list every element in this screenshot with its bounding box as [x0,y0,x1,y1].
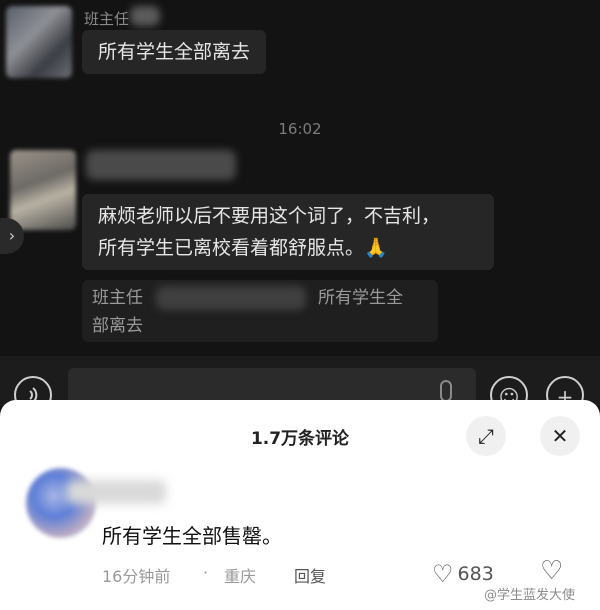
comment-time: 16分钟前 [102,567,171,586]
heart-icon: ♡ [432,560,454,588]
blurred-commenter-name [66,480,166,504]
message-bubble[interactable]: 所有学生全部离去 [82,30,267,74]
watermark: @学生蓝发大使 [484,588,576,603]
message-bubble-reply[interactable]: 麻烦老师以后不要用这个词了，不吉利， 所有学生已离校看着都舒服点。🙏 [82,194,494,270]
dislike-icon[interactable]: ♡ [540,556,563,586]
message-line: 所有学生已离校看着都舒服点。🙏 [98,237,388,259]
chat-area: 班主任 所有学生全部离去 16:02 › 麻烦老师以后不要用这个词了，不吉利， … [0,0,600,356]
quote-sender: 班主任 [92,288,143,308]
message-time: 16:02 [278,120,322,138]
expand-icon[interactable]: ⤢ [466,416,506,456]
quote-text-part2: 部离去 [92,316,143,336]
blurred-quote-detail [156,286,306,310]
user-avatar[interactable] [10,150,76,230]
mic-icon[interactable] [440,380,452,402]
comment-location: 重庆 [224,567,257,586]
meta-separator: · [203,563,209,582]
sender-avatar[interactable] [6,6,72,78]
message-line: 麻烦老师以后不要用这个词了，不吉利， [98,205,441,227]
quote-text-part1: 所有学生全 [318,288,403,308]
like-count: 683 [457,563,494,585]
close-icon[interactable]: ✕ [540,416,580,456]
reply-button[interactable]: 回复 [294,563,326,587]
blurred-user-name [86,150,236,180]
comments-count-title: 1.7万条评论 [250,429,350,449]
comment-text[interactable]: 所有学生全部售罄。 [102,520,282,549]
quoted-message[interactable]: 班主任 所有学生全 部离去 [82,280,438,342]
pray-emoji-icon: 🙏 [364,237,388,259]
sender-name: 班主任 [84,10,130,28]
blurred-sender-detail [130,6,160,26]
